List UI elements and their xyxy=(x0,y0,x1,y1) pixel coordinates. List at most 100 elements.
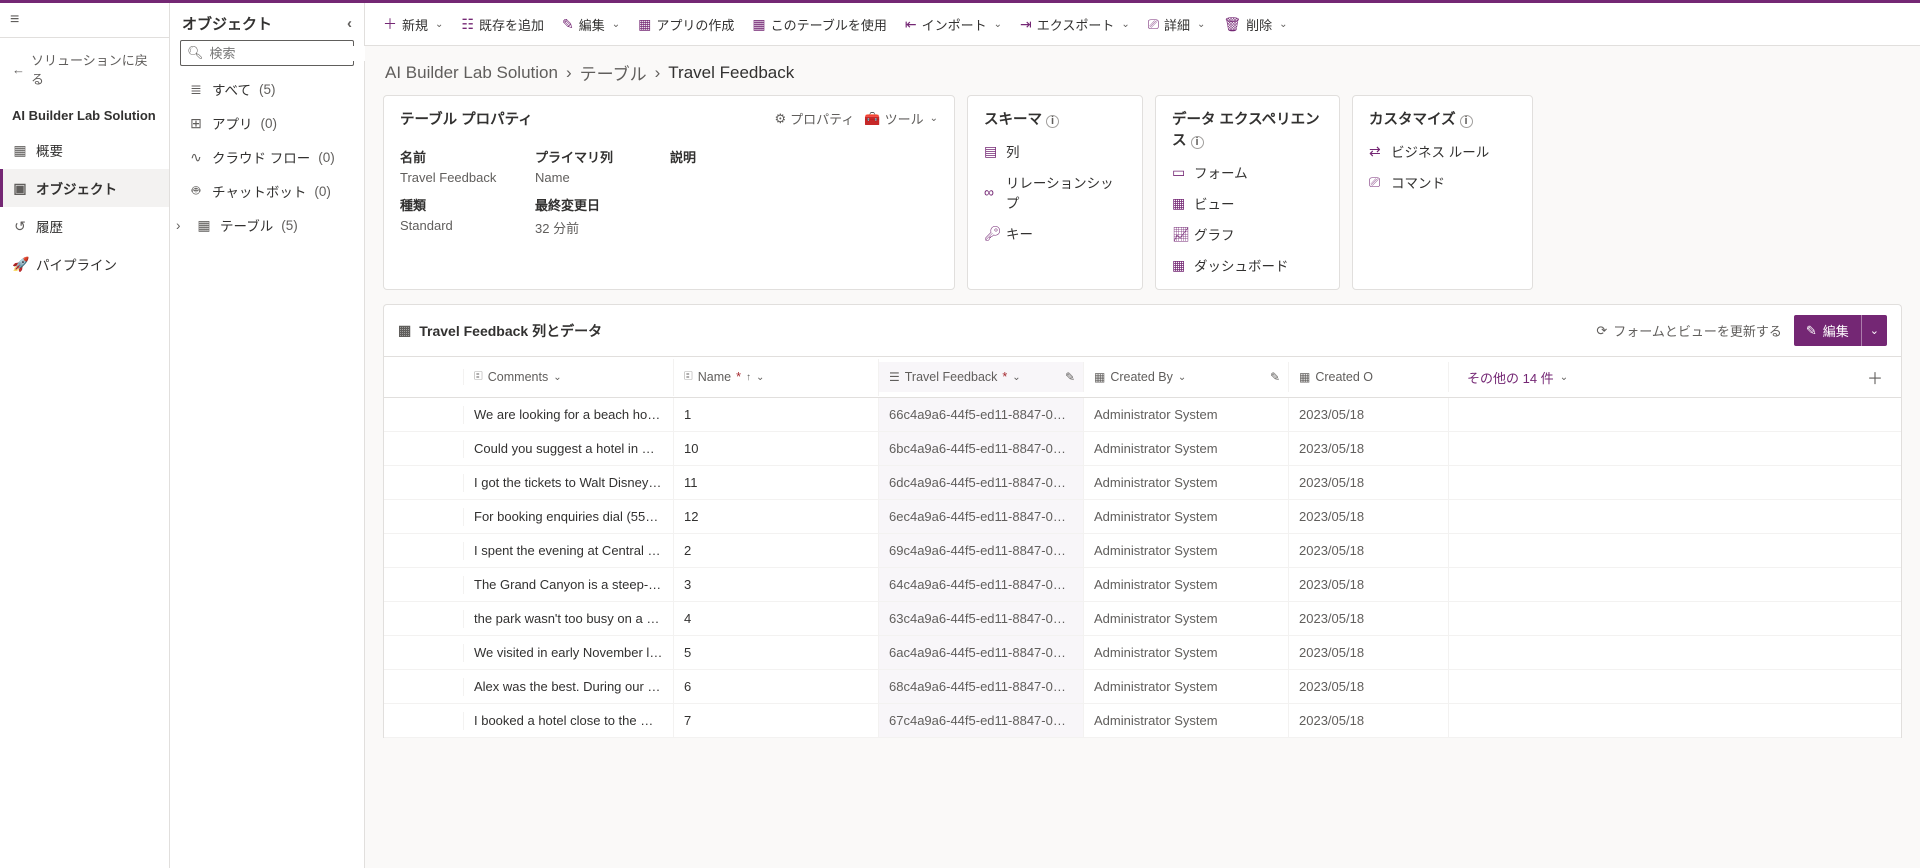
chevron-right-icon[interactable]: › xyxy=(176,218,188,233)
cell-created-on[interactable]: 2023/05/18 xyxy=(1289,500,1449,533)
cell-feedback-id[interactable]: 63c4a9a6-44f5-ed11-8847-00224... xyxy=(879,602,1084,635)
edit-button-dropdown[interactable]: ⌄ xyxy=(1861,315,1887,346)
tree-apps[interactable]: ⊞ アプリ (0) xyxy=(170,106,364,140)
cell-created-on[interactable]: 2023/05/18 xyxy=(1289,432,1449,465)
nav-objects[interactable]: ▣ オブジェクト xyxy=(0,169,169,207)
row-gutter[interactable] xyxy=(384,712,464,730)
cell-comments[interactable]: We are looking for a beach holida... xyxy=(464,398,674,431)
table-row[interactable]: The Grand Canyon is a steep-side...364c4… xyxy=(384,568,1901,602)
cell-comments[interactable]: the park wasn't too busy on a We... xyxy=(464,602,674,635)
search-input[interactable] xyxy=(210,46,386,61)
breadcrumb-tables[interactable]: テーブル xyxy=(580,60,647,85)
info-icon[interactable]: i xyxy=(1460,115,1473,128)
nav-history[interactable]: ↺ 履歴 xyxy=(0,207,169,245)
nav-overview[interactable]: ▦ 概要 xyxy=(0,131,169,169)
cell-created-by[interactable]: Administrator System xyxy=(1084,568,1289,601)
cmd-delete[interactable]: 🗑削除⌄ xyxy=(1215,10,1295,39)
cell-name[interactable]: 11 xyxy=(674,466,879,499)
tree-all[interactable]: ≣ すべて (5) xyxy=(170,72,364,106)
hamburger-icon[interactable]: ≡ xyxy=(10,11,19,28)
row-gutter[interactable] xyxy=(384,440,464,458)
cell-created-by[interactable]: Administrator System xyxy=(1084,466,1289,499)
cell-name[interactable]: 7 xyxy=(674,704,879,737)
cell-created-on[interactable]: 2023/05/18 xyxy=(1289,636,1449,669)
col-created-on[interactable]: ▦Created O xyxy=(1289,362,1449,392)
cell-created-on[interactable]: 2023/05/18 xyxy=(1289,534,1449,567)
schema-keys[interactable]: 🔑︎キー xyxy=(984,223,1126,243)
cell-created-by[interactable]: Administrator System xyxy=(1084,636,1289,669)
cell-created-on[interactable]: 2023/05/18 xyxy=(1289,568,1449,601)
col-name[interactable]: 🗉Name*↑⌄ xyxy=(674,359,879,396)
row-gutter[interactable] xyxy=(384,610,464,628)
cell-created-by[interactable]: Administrator System xyxy=(1084,534,1289,567)
cell-feedback-id[interactable]: 6ec4a9a6-44f5-ed11-8847-00224... xyxy=(879,500,1084,533)
table-row[interactable]: For booking enquiries dial (555)5...126e… xyxy=(384,500,1901,534)
info-icon[interactable]: i xyxy=(1191,136,1204,149)
cell-comments[interactable]: I booked a hotel close to the metr... xyxy=(464,704,674,737)
cell-comments[interactable]: The Grand Canyon is a steep-side... xyxy=(464,568,674,601)
table-row[interactable]: We are looking for a beach holida...166c… xyxy=(384,398,1901,432)
row-gutter[interactable] xyxy=(384,678,464,696)
column-edit-icon[interactable]: ✎ xyxy=(1065,370,1075,384)
cell-feedback-id[interactable]: 6dc4a9a6-44f5-ed11-8847-00224... xyxy=(879,466,1084,499)
edit-button[interactable]: ✎編集 xyxy=(1794,315,1861,346)
back-to-solutions[interactable]: ← ソリューションに戻る xyxy=(0,38,169,100)
cell-comments[interactable]: For booking enquiries dial (555)5... xyxy=(464,500,674,533)
cmd-import[interactable]: ⇤インポート⌄ xyxy=(897,10,1010,39)
cell-created-on[interactable]: 2023/05/18 xyxy=(1289,704,1449,737)
row-gutter[interactable] xyxy=(384,542,464,560)
refresh-forms-views[interactable]: ⟳フォームとビューを更新する xyxy=(1596,321,1782,340)
cell-created-on[interactable]: 2023/05/18 xyxy=(1289,398,1449,431)
more-columns-dropdown[interactable]: その他の 14 件⌄ xyxy=(1459,368,1576,387)
row-selector-header[interactable] xyxy=(384,369,464,385)
cell-created-on[interactable]: 2023/05/18 xyxy=(1289,602,1449,635)
custom-business-rules[interactable]: ⇄ビジネス ルール xyxy=(1369,141,1516,161)
row-gutter[interactable] xyxy=(384,474,464,492)
cmd-add-existing[interactable]: ☷既存を追加 xyxy=(453,10,552,39)
cell-name[interactable]: 3 xyxy=(674,568,879,601)
cell-name[interactable]: 4 xyxy=(674,602,879,635)
dataexp-dashboard[interactable]: ▦ダッシュボード xyxy=(1172,255,1323,275)
cmd-edit[interactable]: ✎編集⌄ xyxy=(554,10,628,39)
cell-feedback-id[interactable]: 67c4a9a6-44f5-ed11-8847-00224... xyxy=(879,704,1084,737)
cell-created-by[interactable]: Administrator System xyxy=(1084,398,1289,431)
table-row[interactable]: We visited in early November last ...56a… xyxy=(384,636,1901,670)
tree-flows[interactable]: ∿ クラウド フロー (0) xyxy=(170,140,364,174)
cell-name[interactable]: 12 xyxy=(674,500,879,533)
breadcrumb-solution[interactable]: AI Builder Lab Solution xyxy=(385,63,558,83)
cell-comments[interactable]: We visited in early November last ... xyxy=(464,636,674,669)
cmd-export[interactable]: ⇥エクスポート⌄ xyxy=(1012,10,1138,39)
cell-feedback-id[interactable]: 64c4a9a6-44f5-ed11-8847-00224... xyxy=(879,568,1084,601)
cmd-use-table[interactable]: ▦このテーブルを使用 xyxy=(744,10,894,39)
cmd-detail[interactable]: ⎚詳細⌄ xyxy=(1140,10,1214,39)
dataexp-form[interactable]: ▭フォーム xyxy=(1172,162,1323,182)
add-column-button[interactable]: ＋ xyxy=(1859,365,1891,389)
cell-created-by[interactable]: Administrator System xyxy=(1084,602,1289,635)
cell-created-on[interactable]: 2023/05/18 xyxy=(1289,670,1449,703)
dataexp-chart[interactable]: 📈︎グラフ xyxy=(1172,224,1323,244)
tree-tables[interactable]: › ▦ テーブル (5) xyxy=(170,208,364,242)
cell-created-by[interactable]: Administrator System xyxy=(1084,500,1289,533)
cell-name[interactable]: 10 xyxy=(674,432,879,465)
info-icon[interactable]: i xyxy=(1046,115,1059,128)
column-edit-icon[interactable]: ✎ xyxy=(1270,370,1280,384)
cell-name[interactable]: 6 xyxy=(674,670,879,703)
collapse-tree-icon[interactable]: ‹ xyxy=(347,15,352,32)
cell-name[interactable]: 2 xyxy=(674,534,879,567)
props-tool-link[interactable]: 🧰ツール⌄ xyxy=(864,109,938,128)
dataexp-view[interactable]: ▦ビュー xyxy=(1172,193,1323,213)
col-comments[interactable]: 🗉Comments⌄ xyxy=(464,359,674,396)
row-gutter[interactable] xyxy=(384,576,464,594)
cell-feedback-id[interactable]: 6bc4a9a6-44f5-ed11-8847-00224... xyxy=(879,432,1084,465)
schema-relationships[interactable]: ∞リレーションシップ xyxy=(984,172,1126,212)
cmd-new[interactable]: ＋新規⌄ xyxy=(375,9,451,39)
cmd-create-app[interactable]: ▦アプリの作成 xyxy=(630,10,742,39)
cell-feedback-id[interactable]: 68c4a9a6-44f5-ed11-8847-00224... xyxy=(879,670,1084,703)
col-feedback[interactable]: ☰Travel Feedback*⌄✎ xyxy=(879,362,1084,392)
row-gutter[interactable] xyxy=(384,508,464,526)
cell-comments[interactable]: I got the tickets to Walt Disney th... xyxy=(464,466,674,499)
search-box[interactable]: 🔍︎ xyxy=(180,40,354,66)
custom-commands[interactable]: ⎚コマンド xyxy=(1369,172,1516,192)
table-row[interactable]: I got the tickets to Walt Disney th...11… xyxy=(384,466,1901,500)
cell-comments[interactable]: Alex was the best. During our driv... xyxy=(464,670,674,703)
